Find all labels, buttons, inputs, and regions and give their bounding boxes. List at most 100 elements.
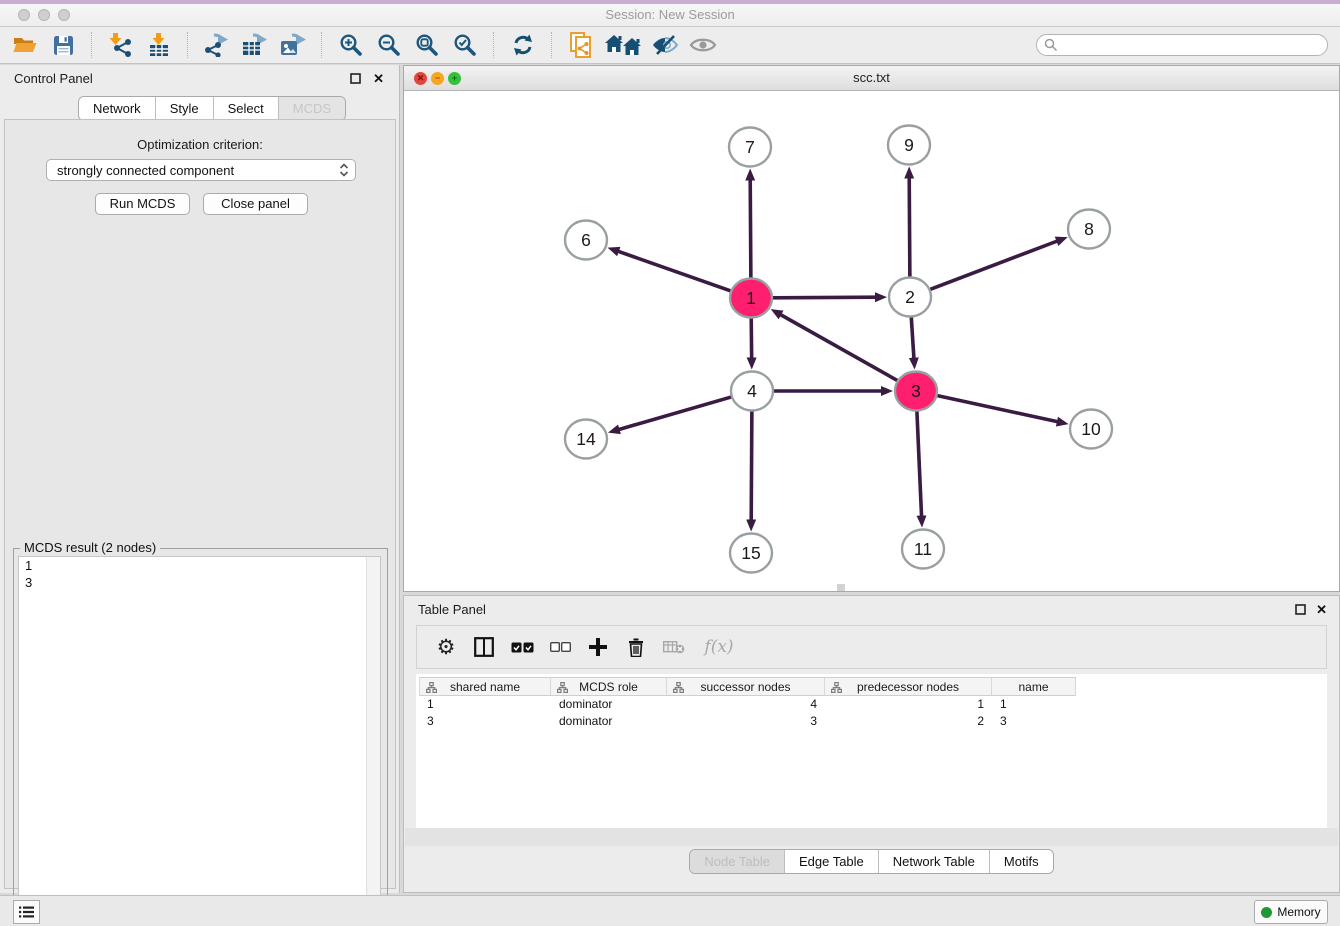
criterion-dropdown[interactable]: strongly connected component bbox=[46, 159, 356, 181]
graph-node-8[interactable]: 8 bbox=[1068, 210, 1110, 249]
graph-edge-3-10[interactable] bbox=[937, 396, 1057, 422]
application-window: Session: New Session bbox=[0, 0, 1340, 926]
refresh-layout-icon[interactable] bbox=[508, 30, 538, 60]
table-row[interactable]: 1dominator411 bbox=[419, 696, 1076, 713]
graph-edge-1-7[interactable] bbox=[750, 179, 751, 277]
graph-node-14[interactable]: 14 bbox=[565, 420, 607, 459]
mac-zoom-button[interactable] bbox=[58, 9, 70, 21]
graph-node-7[interactable]: 7 bbox=[729, 128, 771, 167]
deselect-all-checks-icon[interactable] bbox=[547, 634, 573, 660]
zoom-in-icon[interactable] bbox=[336, 30, 366, 60]
column-header-mcds-role[interactable]: MCDS role bbox=[551, 677, 667, 696]
tab-select[interactable]: Select bbox=[213, 97, 278, 120]
mcds-result-list[interactable]: 13 bbox=[18, 556, 381, 925]
graph-edge-2-9[interactable] bbox=[909, 177, 910, 276]
svg-text:14: 14 bbox=[576, 429, 596, 449]
node-table-viewport[interactable]: shared nameMCDS rolesuccessor nodesprede… bbox=[416, 674, 1327, 844]
close-table-panel-icon[interactable]: ✕ bbox=[1316, 602, 1327, 618]
table-cell[interactable]: 3 bbox=[419, 713, 551, 730]
task-history-button[interactable] bbox=[13, 900, 40, 924]
table-row[interactable]: 3dominator323 bbox=[419, 713, 1076, 730]
save-icon[interactable] bbox=[48, 30, 78, 60]
graph-node-2[interactable]: 2 bbox=[889, 278, 931, 317]
graph-node-10[interactable]: 10 bbox=[1070, 410, 1112, 449]
mac-minimize-button[interactable] bbox=[38, 9, 50, 21]
hide-eye-icon[interactable] bbox=[650, 30, 680, 60]
table-cell[interactable]: dominator bbox=[551, 713, 667, 730]
graph-edge-4-14[interactable] bbox=[619, 397, 731, 430]
graph-edge-4-15[interactable] bbox=[751, 411, 752, 520]
copy-network-icon[interactable] bbox=[566, 30, 596, 60]
network-minimize-icon[interactable]: − bbox=[431, 72, 444, 85]
settings-gear-icon[interactable]: ⚙ bbox=[433, 634, 459, 660]
select-all-checks-icon[interactable] bbox=[509, 634, 535, 660]
tab-network[interactable]: Network bbox=[79, 97, 155, 120]
search-input[interactable] bbox=[1036, 34, 1328, 56]
graph-node-9[interactable]: 9 bbox=[888, 126, 930, 165]
control-panel-tabs: NetworkStyleSelectMCDS bbox=[78, 96, 346, 121]
graph-edge-2-3[interactable] bbox=[911, 317, 914, 358]
export-table-icon[interactable] bbox=[240, 30, 270, 60]
import-network-icon[interactable] bbox=[106, 30, 136, 60]
tab-network-table[interactable]: Network Table bbox=[878, 850, 989, 874]
network-close-icon[interactable]: ✕ bbox=[414, 72, 427, 85]
zoom-out-icon[interactable] bbox=[374, 30, 404, 60]
column-header-predecessor-nodes[interactable]: predecessor nodes bbox=[825, 677, 992, 696]
table-cell[interactable]: 3 bbox=[667, 713, 825, 730]
tab-mcds[interactable]: MCDS bbox=[278, 97, 345, 120]
canvas-scroll-thumb[interactable] bbox=[837, 584, 845, 591]
close-panel-button[interactable]: Close panel bbox=[203, 193, 308, 215]
column-header-successor-nodes[interactable]: successor nodes bbox=[667, 677, 825, 696]
graph-node-1[interactable]: 1 bbox=[730, 279, 772, 318]
zoom-fit-icon[interactable] bbox=[412, 30, 442, 60]
graph-node-15[interactable]: 15 bbox=[730, 534, 772, 573]
network-canvas[interactable]: 7 9 6 8 1 2 4 3 14 10 15 11 bbox=[404, 91, 1339, 591]
column-header-shared-name[interactable]: shared name bbox=[419, 677, 551, 696]
column-header-name[interactable]: name bbox=[992, 677, 1076, 696]
optimization-criterion-label: Optimization criterion: bbox=[5, 137, 395, 152]
table-cell[interactable]: 3 bbox=[992, 713, 1076, 730]
table-cell[interactable]: 2 bbox=[825, 713, 992, 730]
open-folder-icon[interactable] bbox=[10, 30, 40, 60]
graph-edge-3-11[interactable] bbox=[917, 411, 922, 516]
table-cell[interactable]: 1 bbox=[419, 696, 551, 713]
home-views-icon[interactable] bbox=[604, 30, 642, 60]
float-panel-icon[interactable] bbox=[350, 71, 361, 89]
float-table-panel-icon[interactable] bbox=[1295, 602, 1306, 620]
memory-button[interactable]: Memory bbox=[1254, 900, 1328, 924]
status-bar: Memory bbox=[0, 895, 1340, 926]
table-cell[interactable]: 1 bbox=[992, 696, 1076, 713]
export-image-icon[interactable] bbox=[278, 30, 308, 60]
mcds-result-item: 1 bbox=[19, 557, 380, 574]
graph-node-11[interactable]: 11 bbox=[902, 530, 944, 569]
show-eye-icon[interactable] bbox=[688, 30, 718, 60]
delete-column-icon[interactable] bbox=[623, 634, 649, 660]
table-cell[interactable]: dominator bbox=[551, 696, 667, 713]
table-cell[interactable]: 4 bbox=[667, 696, 825, 713]
mac-close-button[interactable] bbox=[18, 9, 30, 21]
network-maximize-icon[interactable]: + bbox=[448, 72, 461, 85]
zoom-selected-icon[interactable] bbox=[450, 30, 480, 60]
delete-table-icon[interactable] bbox=[661, 634, 687, 660]
export-network-icon[interactable] bbox=[202, 30, 232, 60]
close-panel-icon[interactable]: ✕ bbox=[373, 71, 384, 87]
graph-edge-3-1[interactable] bbox=[780, 315, 897, 381]
svg-text:8: 8 bbox=[1084, 219, 1094, 239]
function-builder-icon[interactable]: f(x) bbox=[699, 634, 739, 660]
graph-node-3[interactable]: 3 bbox=[895, 372, 937, 411]
run-mcds-button[interactable]: Run MCDS bbox=[95, 193, 190, 215]
graph-node-4[interactable]: 4 bbox=[731, 372, 773, 411]
tab-style[interactable]: Style bbox=[155, 97, 213, 120]
graph-edge-1-2[interactable] bbox=[773, 297, 876, 298]
import-table-icon[interactable] bbox=[144, 30, 174, 60]
graph-edge-2-8[interactable] bbox=[930, 241, 1057, 289]
column-layout-icon[interactable] bbox=[471, 634, 497, 660]
tab-node-table[interactable]: Node Table bbox=[690, 850, 784, 874]
graph-node-6[interactable]: 6 bbox=[565, 221, 607, 260]
graph-edge-1-6[interactable] bbox=[618, 251, 731, 291]
add-column-icon[interactable] bbox=[585, 634, 611, 660]
scrollbar-track[interactable] bbox=[366, 557, 380, 924]
tab-edge-table[interactable]: Edge Table bbox=[784, 850, 878, 874]
tab-motifs[interactable]: Motifs bbox=[989, 850, 1053, 874]
table-cell[interactable]: 1 bbox=[825, 696, 992, 713]
